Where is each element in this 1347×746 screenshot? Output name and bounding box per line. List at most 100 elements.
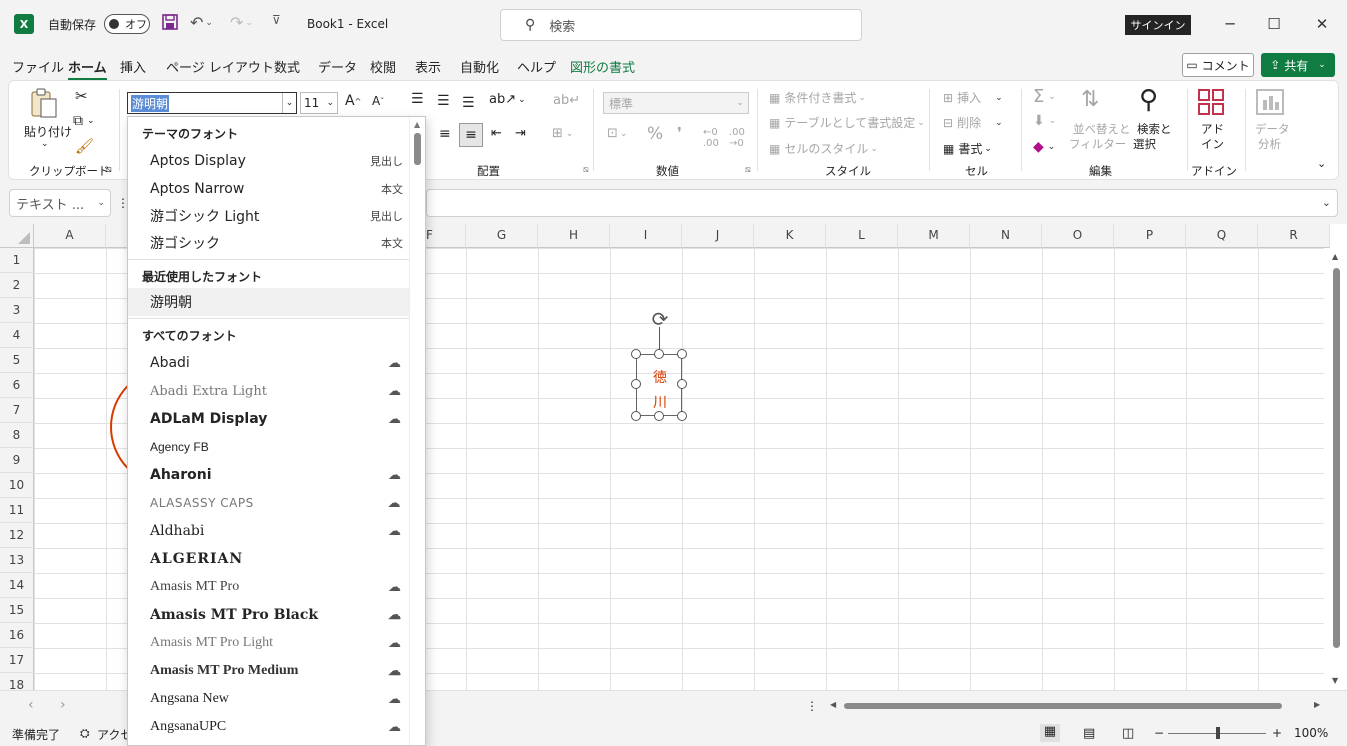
merge-center-icon[interactable]: ⊞ ⌄	[552, 126, 573, 141]
row-header[interactable]: 1	[0, 248, 34, 273]
font-name-combobox[interactable]: 游明朝 ⌄	[127, 92, 297, 114]
font-option[interactable]: ADLaM Display ☁	[128, 405, 409, 433]
row-header[interactable]: 9	[0, 448, 34, 473]
column-header[interactable]: L	[826, 224, 898, 248]
find-select-line1[interactable]: 検索と	[1137, 121, 1172, 137]
clear-icon[interactable]: ◆ ⌄	[1033, 139, 1055, 155]
scroll-thumb[interactable]	[1333, 268, 1340, 648]
font-option[interactable]: Aptos Narrow 本文	[128, 175, 409, 203]
column-header[interactable]: H	[538, 224, 610, 248]
column-header[interactable]: P	[1114, 224, 1186, 248]
tab-insert[interactable]: 挿入	[120, 57, 146, 76]
cell-styles-button[interactable]: ▦ セルのスタイル ⌄	[769, 140, 878, 157]
font-option[interactable]: Abadi Extra Light ☁	[128, 377, 409, 405]
resize-handle[interactable]	[677, 379, 687, 389]
select-all-button[interactable]	[0, 224, 34, 248]
decrease-font-size-icon[interactable]: Aˇ	[372, 94, 384, 108]
resize-handle[interactable]	[654, 411, 664, 421]
number-format-combobox[interactable]: 標準 ⌄	[603, 92, 749, 114]
name-box[interactable]: テキスト ... ⌄	[9, 189, 111, 217]
row-header[interactable]: 6	[0, 373, 34, 398]
column-header[interactable]: J	[682, 224, 754, 248]
scroll-right-icon[interactable]: ▶	[1314, 700, 1320, 709]
maximize-icon[interactable]: ☐	[1262, 12, 1286, 36]
chevron-down-icon[interactable]: ⌄	[1322, 196, 1331, 209]
scroll-left-icon[interactable]: ◀	[830, 700, 836, 709]
scroll-thumb[interactable]	[844, 703, 1282, 709]
row-header[interactable]: 2	[0, 273, 34, 298]
column-header[interactable]: K	[754, 224, 826, 248]
row-header[interactable]: 12	[0, 523, 34, 548]
paste-button[interactable]: 貼り付け	[24, 123, 72, 140]
accounting-format-icon[interactable]: ⊡ ⌄	[607, 126, 627, 141]
format-cells-button[interactable]: ▦ 書式 ⌄	[943, 140, 992, 157]
sort-filter-line2[interactable]: フィルター	[1069, 136, 1126, 152]
search-input[interactable]: ⚲ 検索	[500, 9, 862, 41]
row-header[interactable]: 8	[0, 423, 34, 448]
chevron-down-icon[interactable]: ⌄	[282, 93, 296, 113]
font-option[interactable]: 游ゴシック 本文	[128, 229, 409, 257]
font-option[interactable]: Aharoni ☁	[128, 461, 409, 489]
find-select-line2[interactable]: 選択	[1133, 136, 1156, 152]
formula-input[interactable]: ⌄	[426, 189, 1338, 217]
column-header[interactable]: I	[610, 224, 682, 248]
column-header[interactable]: Q	[1186, 224, 1258, 248]
scroll-up-icon[interactable]: ▲	[414, 120, 420, 129]
scroll-up-icon[interactable]: ▲	[1332, 252, 1338, 261]
page-break-view-icon[interactable]: ◫	[1122, 726, 1134, 741]
zoom-in-icon[interactable]: +	[1272, 726, 1282, 740]
signin-button[interactable]: サインイン	[1125, 15, 1191, 35]
autosave-toggle[interactable]: オフ	[104, 14, 150, 34]
sort-filter-line1[interactable]: 並べ替えと	[1073, 121, 1131, 137]
row-header[interactable]: 16	[0, 623, 34, 648]
column-header[interactable]: G	[466, 224, 538, 248]
horizontal-scrollbar[interactable]: ◀ ▶	[830, 700, 1326, 711]
number-launcher-icon[interactable]: ⧅	[745, 165, 751, 175]
paste-dropdown-icon[interactable]: ⌄	[41, 139, 49, 149]
addins-line1[interactable]: アド	[1201, 121, 1224, 137]
row-header[interactable]: 4	[0, 323, 34, 348]
align-center-icon[interactable]: ≡	[439, 126, 451, 142]
addins-icon[interactable]	[1197, 88, 1225, 116]
font-option[interactable]: Abadi ☁	[128, 349, 409, 377]
font-option[interactable]: Amasis MT Pro Medium ☁	[128, 657, 409, 685]
row-header[interactable]: 18	[0, 673, 34, 690]
orientation-icon[interactable]: ab↗ ⌄	[489, 92, 526, 107]
row-header[interactable]: 15	[0, 598, 34, 623]
column-header[interactable]: M	[898, 224, 970, 248]
resize-handle[interactable]	[677, 411, 687, 421]
tab-data[interactable]: データ	[318, 57, 357, 76]
copy-icon[interactable]: ⧉ ⌄	[73, 113, 95, 129]
normal-view-icon[interactable]: ▦	[1040, 724, 1060, 742]
comment-button[interactable]: ▭ コメント	[1182, 53, 1254, 77]
tab-help[interactable]: ヘルプ	[517, 57, 556, 76]
row-header[interactable]: 14	[0, 573, 34, 598]
save-icon[interactable]	[161, 13, 179, 31]
find-select-icon[interactable]: ⚲	[1139, 85, 1158, 115]
align-middle-icon[interactable]: ☰	[437, 93, 450, 109]
customize-qat-icon[interactable]: ⊽	[272, 13, 281, 27]
clipboard-launcher-icon[interactable]: ⧅	[106, 165, 112, 175]
page-layout-view-icon[interactable]: ▤	[1083, 726, 1095, 741]
ribbon-collapse-icon[interactable]: ⌄	[1317, 157, 1326, 170]
increase-font-size-icon[interactable]: A ^	[345, 93, 361, 109]
row-header[interactable]: 7	[0, 398, 34, 423]
vertical-scrollbar[interactable]: ▲ ▼	[1330, 248, 1342, 690]
autosum-icon[interactable]: Σ ⌄	[1033, 86, 1056, 107]
addins-line2[interactable]: イン	[1201, 136, 1224, 152]
more-options-icon[interactable]: ⋮	[806, 699, 818, 713]
font-option[interactable]: ALASASSY CAPS ☁	[128, 489, 409, 517]
row-header[interactable]: 11	[0, 498, 34, 523]
font-option[interactable]: Aptos Display 見出し	[128, 147, 409, 175]
minimize-icon[interactable]: ─	[1218, 12, 1242, 36]
resize-handle[interactable]	[677, 349, 687, 359]
column-header[interactable]: A	[34, 224, 106, 248]
align-top-icon[interactable]: ☰	[411, 91, 424, 107]
resize-handle[interactable]	[654, 349, 664, 359]
format-painter-icon[interactable]: 🖌	[75, 137, 94, 155]
percent-style-icon[interactable]: %	[647, 124, 663, 144]
column-header[interactable]: O	[1042, 224, 1114, 248]
tab-home[interactable]: ホーム	[68, 57, 107, 81]
redo-icon[interactable]: ↷ ⌄	[230, 13, 253, 32]
delete-cells-button[interactable]: ⊟ 削除 ⌄	[943, 114, 1003, 131]
